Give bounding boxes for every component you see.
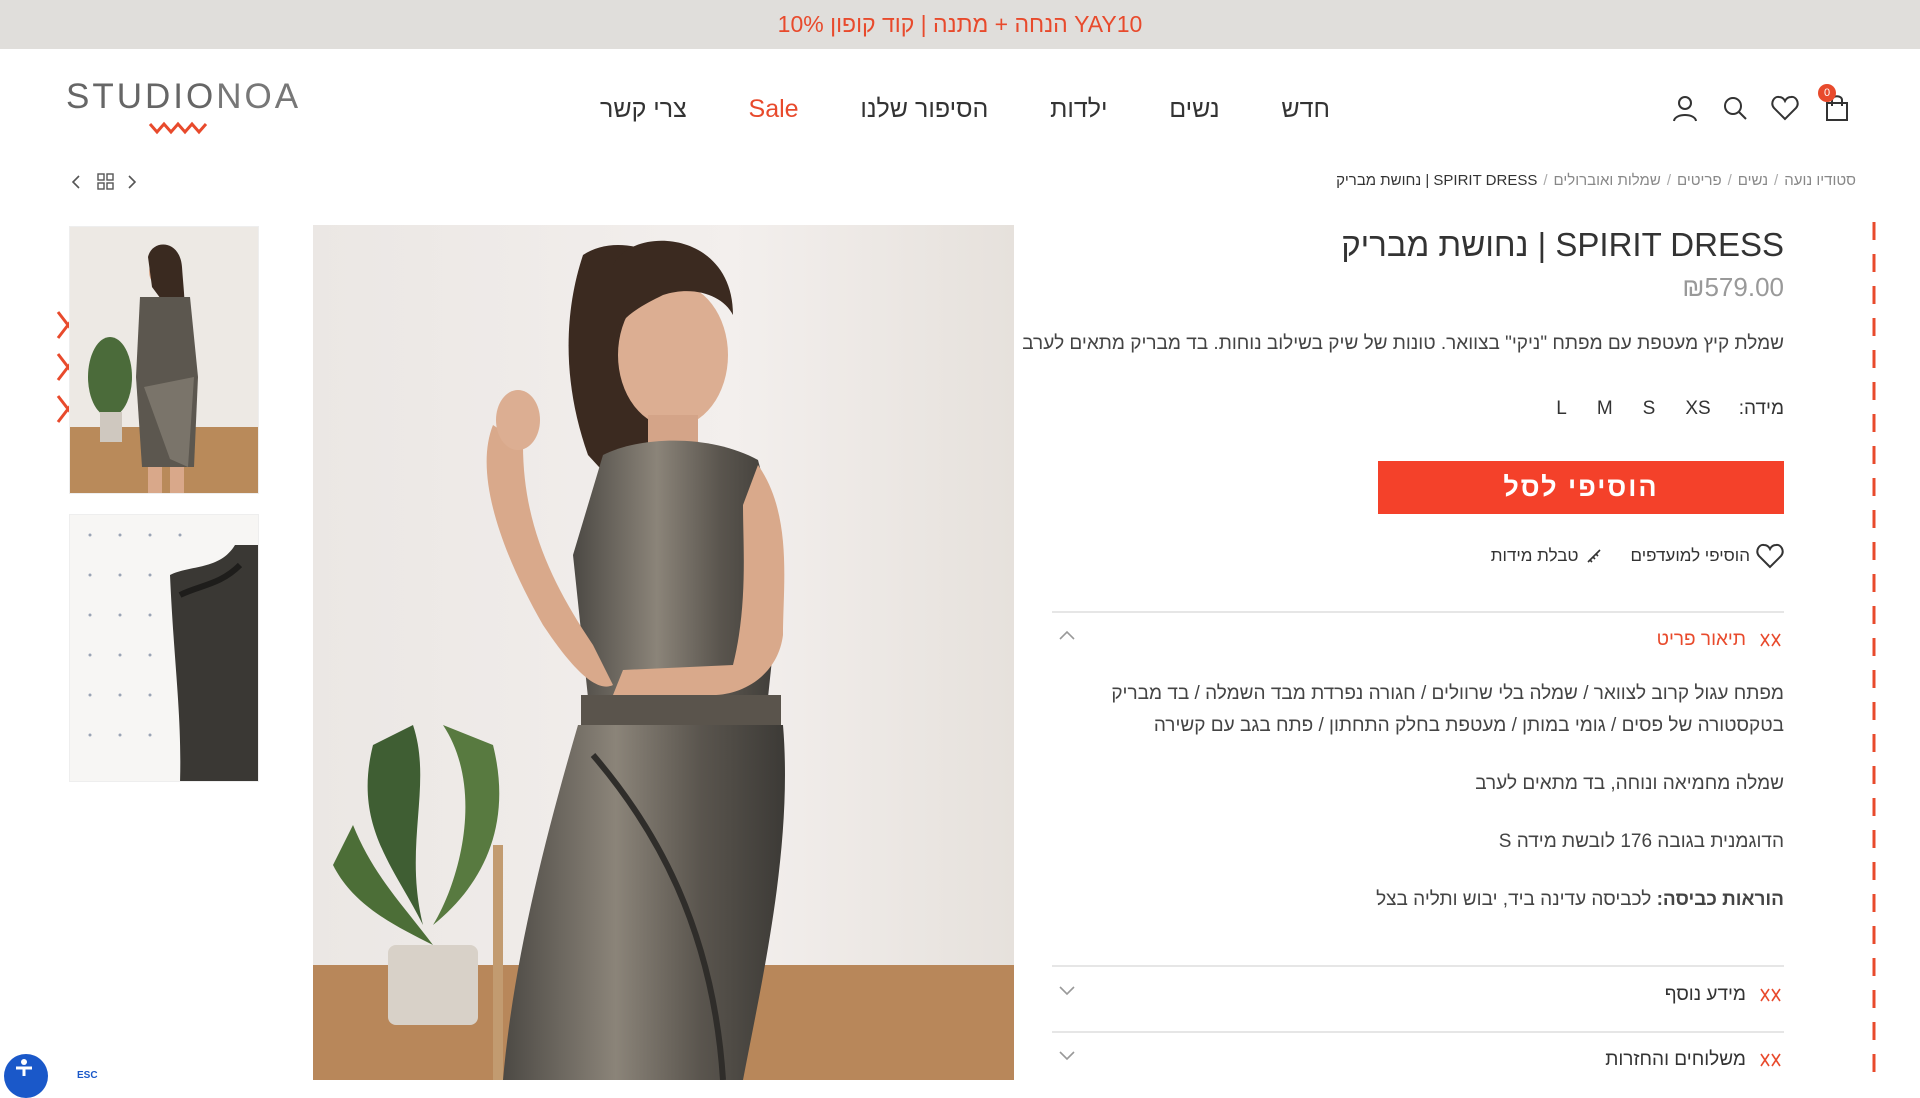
promo-text: 10% הנחה + מתנה | קוד קופון YAY10 [777,11,1143,37]
decorative-xx-icon [1760,633,1781,647]
care-instructions: הוראות כביסה: לכביסה עדינה ביד, יבוש ותל… [1052,884,1784,916]
product-actions: הוסיפי למועדפים טבלת מידות [1491,543,1784,569]
accordion-description-header[interactable]: תיאור פריט [1052,625,1784,655]
accordion-more-info-title: מידע נוסף [1664,984,1746,1005]
thumbnail-model[interactable] [69,226,259,494]
ruler-icon [1586,549,1601,563]
divider [1052,1031,1784,1033]
accordion-more-info-header[interactable]: מידע נוסף [1052,980,1784,1010]
nav-item-contact[interactable]: צרי קשר [600,95,687,124]
nav-item-girls[interactable]: ילדות [1050,95,1107,124]
nav-item-our-story[interactable]: הסיפור שלנו [860,95,988,124]
size-selector: מידה: XS S M L [1526,398,1784,420]
site-logo[interactable]: STUDIONOA [66,77,298,135]
product-price: ₪579.00 [1682,272,1784,302]
care-label: הוראות כביסה: [1656,889,1784,910]
product-short-description: שמלת קיץ מעטפת עם מפתח "ניקי" בצוואר. טו… [1022,333,1784,354]
product-navigation [70,170,142,194]
breadcrumb-item[interactable]: שמלות ואוברולים [1554,172,1661,189]
description-paragraph: מפתח עגול קרוב לצוואר / שמלה בלי שרוולים… [1111,683,1784,736]
breadcrumb-separator: / [1727,172,1732,189]
divider [1052,611,1784,613]
decorative-xx-icon [1760,1053,1781,1067]
breadcrumb-separator: / [1666,172,1671,189]
size-chart-label: טבלת מידות [1490,546,1579,565]
accessibility-esc-label: ESC [77,1070,98,1081]
main-nav: חדש נשים ילדות הסיפור שלנו Sale צרי קשר [600,89,1330,129]
nav-item-new[interactable]: חדש [1281,95,1330,124]
breadcrumb: סטודיו נועה / נשים / פריטים / שמלות ואוברולים /… [1336,172,1856,189]
accessibility-widget-button[interactable] [4,1054,48,1098]
size-label: מידה: [1738,398,1784,419]
cart-count-badge: 0 [1818,84,1836,102]
add-to-wishlist-link[interactable]: הוסיפי למועדפים [1631,543,1784,569]
grid-view-icon[interactable] [97,173,115,191]
chevron-down-icon [1059,1051,1075,1061]
search-icon[interactable] [1718,91,1752,125]
accordion-shipping-title: משלוחים והחזרות [1605,1049,1746,1070]
chevron-up-icon [1059,630,1075,640]
breadcrumb-separator: / [1774,172,1779,189]
size-option-m[interactable]: M [1597,398,1613,420]
promo-bar: 10% הנחה + מתנה | קוד קופון YAY10 [0,0,1920,49]
account-icon[interactable] [1668,91,1702,125]
next-product-icon[interactable] [126,174,138,190]
logo-noa: NOA [216,77,302,116]
site-header: STUDIONOA חדש נשים ילדות הסיפור שלנו Sal… [0,49,1920,159]
heart-icon [1756,543,1784,569]
accordion-shipping-header[interactable]: משלוחים והחזרות [1052,1045,1784,1075]
decorative-dashed-line [1872,222,1876,1072]
breadcrumb-item[interactable]: פריטים [1677,172,1722,189]
logo-zigzag-icon [148,121,208,135]
breadcrumb-item[interactable]: סטודיו נועה [1784,172,1856,189]
accordion-description-title: תיאור פריט [1656,629,1746,650]
breadcrumb-item[interactable]: נשים [1738,172,1768,189]
previous-product-icon[interactable] [70,174,82,190]
logo-studio: STUDIO [66,77,217,116]
size-option-s[interactable]: S [1643,398,1656,420]
divider [1052,965,1784,967]
main-product-image[interactable] [313,225,1014,1080]
add-to-wishlist-label: הוסיפי למועדפים [1630,546,1750,565]
breadcrumb-separator: / [1543,172,1548,189]
accessibility-icon [16,1059,32,1076]
nav-item-sale[interactable]: Sale [749,95,799,124]
thumbnail-gallery [69,226,259,802]
size-option-l[interactable]: L [1556,398,1567,420]
header-icons [1668,91,1878,131]
wishlist-heart-icon[interactable] [1768,91,1802,125]
accordion-description-body: מפתח עגול קרוב לצוואר / שמלה בלי שרוולים… [1052,678,1784,942]
size-option-xs[interactable]: XS [1685,398,1710,420]
thumbnail-flatlay[interactable] [69,514,259,782]
description-paragraph: הדוגמנית בגובה 176 לובשת מידה S [1498,831,1784,852]
description-paragraph: שמלה מחמיאה ונוחה, בד מתאים לערב [1475,773,1784,794]
breadcrumb-current: SPIRIT DRESS | נחושת מבריק [1336,172,1538,189]
add-to-cart-button[interactable]: הוסיפי לסל [1378,461,1784,514]
chevron-down-icon [1059,986,1075,996]
decorative-xx-icon [1760,988,1781,1002]
product-title: SPIRIT DRESS | נחושת מבריק [1341,226,1784,263]
care-text: לכביסה עדינה ביד, יבוש ותליה בצל [1376,889,1657,910]
nav-item-women[interactable]: נשים [1169,95,1219,124]
size-chart-link[interactable]: טבלת מידות [1491,546,1603,566]
